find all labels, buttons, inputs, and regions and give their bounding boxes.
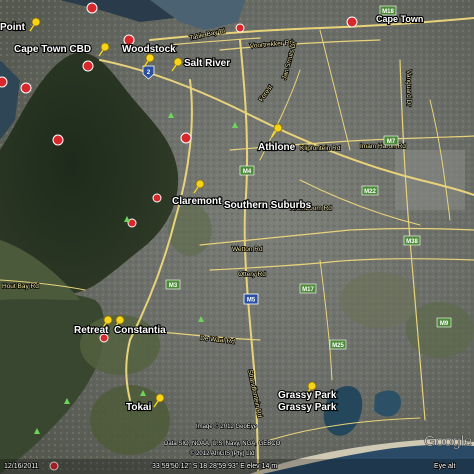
poi-marker[interactable] — [235, 23, 245, 33]
svg-text:M3: M3 — [169, 283, 178, 289]
place-label-retreat[interactable]: Retreat — [73, 324, 110, 337]
svg-text:M38: M38 — [406, 239, 418, 245]
shield-m7: M7 — [383, 135, 399, 146]
place-label-woodstock[interactable]: Woodstock — [121, 43, 177, 56]
svg-text:M5: M5 — [247, 298, 256, 304]
place-label-cape-town[interactable]: Cape Town — [375, 13, 425, 25]
rondevlei — [374, 390, 401, 417]
shield-m38: M38 — [403, 235, 421, 246]
place-label-salt-river[interactable]: Salt River — [183, 57, 231, 70]
road-label-wetton: Wetton Rd — [232, 246, 263, 253]
shield-m3: M3 — [165, 279, 181, 290]
place-label-grassy-park-2[interactable]: Grassy Park — [277, 401, 338, 414]
poi-marker[interactable] — [127, 218, 137, 228]
attribution-line-1: Image © 2012 GeoEye — [196, 423, 258, 430]
svg-text:M7: M7 — [387, 139, 396, 145]
philippi-fields — [340, 272, 420, 328]
svg-text:M17: M17 — [302, 287, 314, 293]
poi-marker[interactable] — [20, 82, 32, 94]
shield-m9: M9 — [436, 317, 452, 328]
satellite-map[interactable]: Table Bay Bl Voortrekker Rd Forest Klipf… — [0, 0, 474, 474]
road-label-hout-bay: Hout Bay Rd — [2, 283, 39, 290]
road-label-ottery: Ottery Rd — [238, 271, 266, 278]
place-label-tokai[interactable]: Tokai — [125, 401, 153, 414]
poi-marker[interactable] — [180, 132, 192, 144]
place-label-cbd[interactable]: Cape Town CBD — [13, 43, 92, 56]
road-label-vanguard: Vanguard Dr — [405, 70, 412, 107]
poi-marker[interactable] — [52, 134, 64, 146]
place-label-grassy-park-1[interactable]: Grassy Park — [277, 389, 338, 402]
google-logo: Google — [424, 433, 472, 450]
road-label-klipfontein: Klipfontein Rd — [300, 145, 341, 152]
shield-m5-central: M5 — [243, 293, 259, 305]
place-label-athlone[interactable]: Athlone — [257, 141, 297, 154]
place-label-point[interactable]: Point — [0, 21, 27, 34]
svg-text:M22: M22 — [364, 189, 376, 195]
place-label-southern-suburbs[interactable]: Southern Suburbs — [223, 199, 313, 212]
attribution-line-2: Data SIO, NOAA, U.S. Navy, NGA, GEBCO — [164, 441, 281, 447]
svg-text:M9: M9 — [440, 321, 449, 327]
poi-marker[interactable] — [82, 60, 94, 72]
poi-marker[interactable] — [86, 2, 98, 14]
place-label-constantia[interactable]: Constantia — [113, 324, 167, 337]
place-label-claremont[interactable]: Claremont — [171, 195, 223, 208]
shield-m22: M22 — [361, 185, 379, 196]
svg-text:M4: M4 — [243, 169, 252, 175]
eye-altitude: Eye alt — [434, 463, 455, 470]
poi-marker[interactable] — [152, 193, 162, 203]
shield-m17: M17 — [299, 283, 317, 294]
shield-m4: M4 — [239, 165, 255, 176]
imagery-date: 12/16/2011 — [4, 463, 39, 470]
svg-text:M25: M25 — [332, 343, 344, 349]
road-label-imam-haron: Imam Haron Rd — [360, 143, 406, 150]
poi-marker[interactable] — [346, 16, 358, 28]
poi-marker[interactable] — [0, 76, 8, 88]
rondebosch-green — [168, 204, 212, 256]
attribution-line-3: © 2012 AfriGIS (Pty) Ltd — [190, 450, 254, 457]
shield-m25: M25 — [329, 339, 347, 350]
coordinate-readout: 33 59'50.12" S 18 28'59.93" E elev 14 m — [152, 463, 277, 470]
